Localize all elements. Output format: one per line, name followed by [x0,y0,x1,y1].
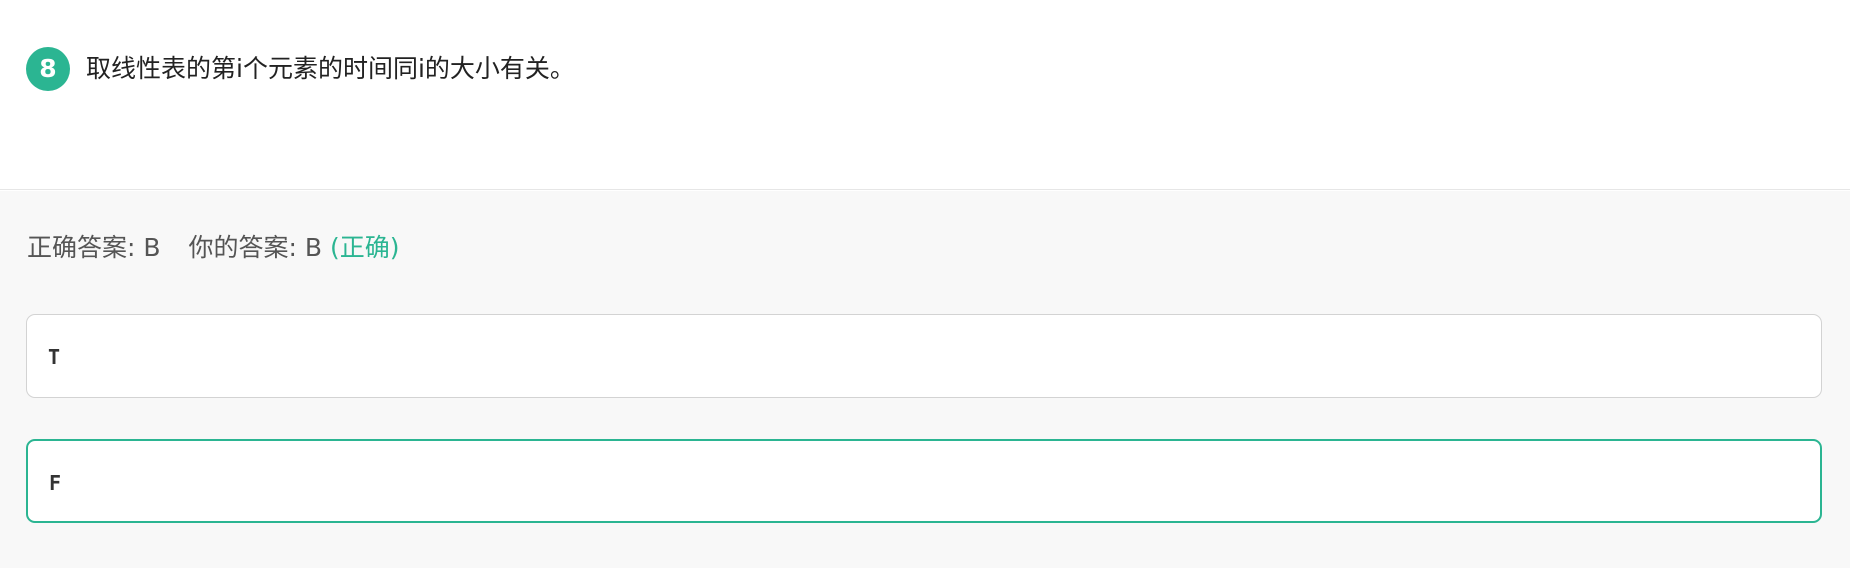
answer-summary: 正确答案: B 你的答案: B (正确) [27,230,400,266]
question-panel: 8 取线性表的第i个元素的时间同i的大小有关。 [0,0,1850,190]
option-f-label: F [49,471,62,495]
correct-answer-label: 正确答案: [27,233,136,262]
your-answer-label: 你的答案: [188,233,297,262]
option-t-label: T [48,345,61,369]
question-text: 取线性表的第i个元素的时间同i的大小有关。 [86,54,575,83]
correct-answer-value: B [143,233,161,262]
question-number-badge: 8 [26,47,70,91]
option-t[interactable]: T [26,314,1822,398]
answer-status: (正确) [330,233,400,262]
option-f[interactable]: F [26,439,1822,523]
answer-panel: 正确答案: B 你的答案: B (正确) T F [0,191,1850,568]
your-answer-value: B [304,233,323,262]
